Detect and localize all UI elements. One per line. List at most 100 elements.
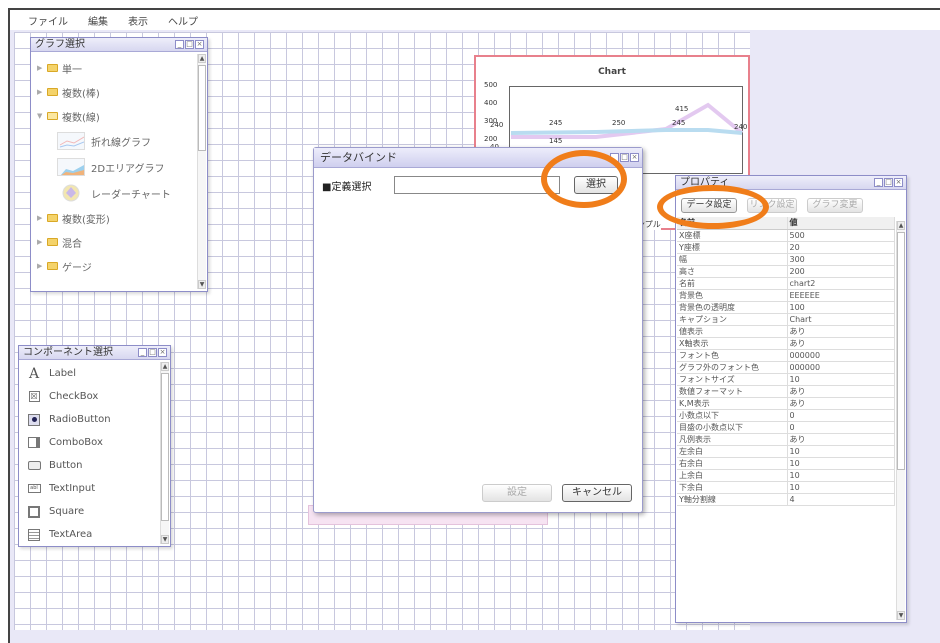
properties-titlebar[interactable]: プロパティ _ □ × xyxy=(676,176,906,190)
property-value[interactable]: 10 xyxy=(787,445,895,458)
menu-view[interactable]: 表示 xyxy=(128,13,148,28)
property-row[interactable]: Y座標 20 xyxy=(677,241,895,254)
expand-arrow-icon[interactable]: ▶ xyxy=(37,214,47,222)
property-row[interactable]: 右余白 10 xyxy=(677,457,895,470)
minimize-icon[interactable]: _ xyxy=(175,40,184,49)
component-button[interactable]: Button xyxy=(19,454,170,477)
definition-input[interactable] xyxy=(394,176,560,194)
graph-item-line[interactable]: 折れ線グラフ xyxy=(31,128,207,154)
expand-arrow-icon[interactable]: ▶ xyxy=(37,64,47,72)
property-row[interactable]: キャプション Chart xyxy=(677,313,895,326)
component-panel-scrollbar[interactable]: ▲ ▼ xyxy=(160,362,169,544)
maximize-icon[interactable]: □ xyxy=(148,348,157,357)
scroll-up-icon[interactable]: ▲ xyxy=(161,362,169,371)
close-icon[interactable]: × xyxy=(195,40,204,49)
scroll-thumb[interactable] xyxy=(198,65,206,151)
scroll-up-icon[interactable]: ▲ xyxy=(198,54,206,63)
component-checkbox[interactable]: ☒ CheckBox xyxy=(19,385,170,408)
tree-item-multi-variant[interactable]: ▶ 複数(変形) xyxy=(31,206,207,230)
property-value[interactable]: あり xyxy=(787,397,895,410)
property-value[interactable]: 10 xyxy=(787,481,895,494)
graph-change-tab[interactable]: グラフ変更 xyxy=(807,198,863,213)
component-textarea[interactable]: TextArea xyxy=(19,523,170,546)
property-row[interactable]: 左余白 10 xyxy=(677,445,895,458)
maximize-icon[interactable]: □ xyxy=(620,153,629,162)
select-button[interactable]: 選択 xyxy=(574,176,618,194)
property-value[interactable]: あり xyxy=(787,385,895,398)
scroll-down-icon[interactable]: ▼ xyxy=(198,280,206,289)
menu-file[interactable]: ファイル xyxy=(28,13,68,28)
property-row[interactable]: フォント色 000000 xyxy=(677,349,895,362)
property-row[interactable]: 高さ 200 xyxy=(677,265,895,278)
property-row[interactable]: 名前 chart2 xyxy=(677,277,895,290)
expand-arrow-icon[interactable]: ▶ xyxy=(37,262,47,270)
close-icon[interactable]: × xyxy=(158,348,167,357)
property-row[interactable]: X座標 500 xyxy=(677,229,895,242)
property-value[interactable]: 000000 xyxy=(787,361,895,374)
close-icon[interactable]: × xyxy=(894,178,903,187)
property-value[interactable]: 4 xyxy=(787,493,895,506)
property-value[interactable]: EEEEEE xyxy=(787,289,895,302)
data-settings-tab[interactable]: データ設定 xyxy=(681,198,737,213)
component-radiobutton[interactable]: RadioButton xyxy=(19,408,170,431)
property-value[interactable]: 20 xyxy=(787,241,895,254)
property-row[interactable]: 数値フォーマット あり xyxy=(677,385,895,398)
close-icon[interactable]: × xyxy=(630,153,639,162)
property-row[interactable]: 背景色 EEEEEE xyxy=(677,289,895,302)
property-row[interactable]: 小数点以下 0 xyxy=(677,409,895,422)
property-value[interactable]: 100 xyxy=(787,301,895,314)
property-row[interactable]: 目盛の小数点以下 0 xyxy=(677,421,895,434)
property-value[interactable]: あり xyxy=(787,337,895,350)
property-row[interactable]: グラフ外のフォント色 000000 xyxy=(677,361,895,374)
property-row[interactable]: 幅 300 xyxy=(677,253,895,266)
scroll-down-icon[interactable]: ▼ xyxy=(897,611,905,620)
property-row[interactable]: 下余白 10 xyxy=(677,481,895,494)
property-value[interactable]: あり xyxy=(787,325,895,338)
component-square[interactable]: Square xyxy=(19,500,170,523)
property-value[interactable]: 300 xyxy=(787,253,895,266)
tree-item-single[interactable]: ▶ 単一 xyxy=(31,56,207,80)
property-value[interactable]: chart2 xyxy=(787,277,895,290)
component-textinput[interactable]: abl TextInput xyxy=(19,477,170,500)
property-row[interactable]: 凡例表示 あり xyxy=(677,433,895,446)
minimize-icon[interactable]: _ xyxy=(874,178,883,187)
tree-item-gauge[interactable]: ▶ ゲージ xyxy=(31,254,207,278)
menu-edit[interactable]: 編集 xyxy=(88,13,108,28)
component-label[interactable]: A Label xyxy=(19,362,170,385)
expand-arrow-icon[interactable]: ▶ xyxy=(37,88,47,96)
property-value[interactable]: 10 xyxy=(787,457,895,470)
collapse-arrow-icon[interactable]: ▼ xyxy=(37,112,47,120)
menu-help[interactable]: ヘルプ xyxy=(168,13,198,28)
property-row[interactable]: 上余白 10 xyxy=(677,469,895,482)
link-settings-tab[interactable]: リンク設定 xyxy=(747,198,797,213)
property-value[interactable]: 10 xyxy=(787,373,895,386)
property-row[interactable]: Y軸分割線 4 xyxy=(677,493,895,506)
property-value[interactable]: 0 xyxy=(787,409,895,422)
tree-item-multi-line[interactable]: ▼ 複数(線) xyxy=(31,104,207,128)
cancel-button[interactable]: キャンセル xyxy=(562,484,632,502)
tree-item-multi-bar[interactable]: ▶ 複数(棒) xyxy=(31,80,207,104)
minimize-icon[interactable]: _ xyxy=(610,153,619,162)
graph-panel-titlebar[interactable]: グラフ選択 _ □ × xyxy=(31,38,207,52)
minimize-icon[interactable]: _ xyxy=(138,348,147,357)
maximize-icon[interactable]: □ xyxy=(185,40,194,49)
component-panel-titlebar[interactable]: コンポーネント選択 _ □ × xyxy=(19,346,170,360)
scroll-thumb[interactable] xyxy=(897,232,905,470)
ok-button[interactable]: 設定 xyxy=(482,484,552,502)
scroll-thumb[interactable] xyxy=(161,373,169,521)
graph-item-radar[interactable]: レーダーチャート xyxy=(31,180,207,206)
component-combobox[interactable]: ComboBox xyxy=(19,431,170,454)
property-value[interactable]: 10 xyxy=(787,469,895,482)
scroll-up-icon[interactable]: ▲ xyxy=(897,221,905,230)
property-value[interactable]: 500 xyxy=(787,229,895,242)
properties-scrollbar[interactable]: ▲ ▼ xyxy=(896,221,905,620)
property-row[interactable]: K,M表示 あり xyxy=(677,397,895,410)
property-row[interactable]: X軸表示 あり xyxy=(677,337,895,350)
property-value[interactable]: 000000 xyxy=(787,349,895,362)
property-value[interactable]: 0 xyxy=(787,421,895,434)
graph-panel-scrollbar[interactable]: ▲ ▼ xyxy=(197,54,206,289)
dialog-titlebar[interactable]: データバインド _ □ × xyxy=(314,148,642,168)
expand-arrow-icon[interactable]: ▶ xyxy=(37,238,47,246)
property-row[interactable]: フォントサイズ 10 xyxy=(677,373,895,386)
property-value[interactable]: 200 xyxy=(787,265,895,278)
